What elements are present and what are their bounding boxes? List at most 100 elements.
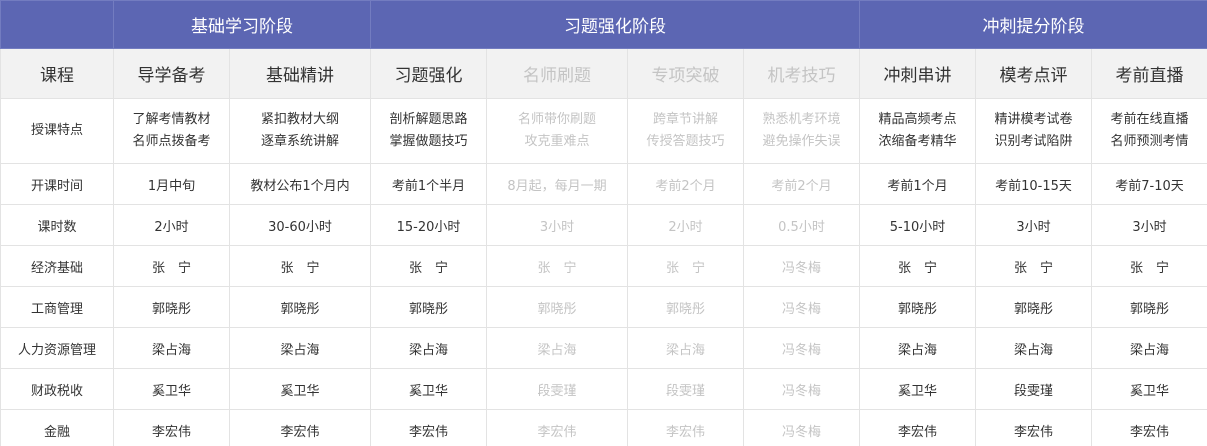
feature-cell: 紧扣教材大纲 逐章系统讲解 [229,98,371,164]
table-cell: 30-60小时 [229,204,371,246]
table-cell: 5-10小时 [859,204,976,246]
table-cell: 1月中旬 [113,163,230,205]
feature-line: 传授答题技巧 [646,134,725,149]
table-cell: 张 宁 [1090,245,1207,287]
table-cell: 奚卫华 [229,368,371,410]
feature-line: 剖析解题思路 [389,112,468,127]
table-cell: 冯冬梅 [743,327,860,369]
course-name-row: 课程 导学备考 基础精讲 习题强化 名师刷题 专项突破 机考技巧 冲刺串讲 模考点评 考前直播 [0,48,1207,99]
table-row: 开课时间 1月中旬 教材公布1个月内 考前1个半月 8月起，每月一期 考前2个月 考前2个月… [0,163,1207,205]
course-cell: 机考技巧 [743,48,860,99]
feature-line: 攻克重难点 [524,134,590,149]
feature-line: 避免操作失误 [762,134,841,149]
table-cell: 郭晓彤 [627,286,744,328]
table-cell: 考前1个月 [859,163,976,205]
table-cell: 梁占海 [627,327,744,369]
row-label: 经济基础 [0,245,114,287]
feature-line: 浓缩备考精华 [878,134,957,149]
feature-line: 了解考情教材 [132,112,211,127]
course-cell: 考前直播 [1090,48,1207,99]
feature-line: 紧扣教材大纲 [260,112,339,127]
stage-basic: 基础学习阶段 [113,0,371,49]
table-cell: 冯冬梅 [743,245,860,287]
stage-sprint: 冲刺提分阶段 [858,0,1207,49]
feature-line: 掌握做题技巧 [389,134,468,149]
table-cell: 2小时 [627,204,744,246]
feature-line: 名师预测考情 [1110,134,1189,149]
table-row: 人力资源管理 梁占海 梁占海 梁占海 梁占海 梁占海 冯冬梅 梁占海 梁占海 梁占海 [0,327,1207,369]
table-cell: 8月起，每月一期 [486,163,628,205]
table-cell: 郭晓彤 [486,286,628,328]
table-cell: 段雯瑾 [627,368,744,410]
table-cell: 梁占海 [229,327,371,369]
table-cell: 郭晓彤 [113,286,230,328]
table-cell: 郭晓彤 [229,286,371,328]
course-cell: 基础精讲 [229,48,371,99]
feature-line: 熟悉机考环境 [762,112,841,127]
feature-line: 精讲模考试卷 [994,112,1073,127]
table-cell: 3小时 [486,204,628,246]
table-cell: 张 宁 [975,245,1092,287]
table-row: 金融 李宏伟 李宏伟 李宏伟 李宏伟 李宏伟 冯冬梅 李宏伟 李宏伟 李宏伟 [0,409,1207,446]
table-cell: 李宏伟 [627,409,744,446]
table-cell: 李宏伟 [370,409,487,446]
table-cell: 15-20小时 [370,204,487,246]
table-cell: 考前2个月 [743,163,860,205]
table-cell: 张 宁 [229,245,371,287]
row-label: 开课时间 [0,163,114,205]
feature-cell: 精品高频考点 浓缩备考精华 [859,98,976,164]
table-cell: 梁占海 [859,327,976,369]
table-cell: 李宏伟 [975,409,1092,446]
stage-header-row: 基础学习阶段 习题强化阶段 冲刺提分阶段 [0,0,1207,49]
table-cell: 考前1个半月 [370,163,487,205]
table-row: 课时数 2小时 30-60小时 15-20小时 3小时 2小时 0.5小时 5-10小时 3小时… [0,204,1207,246]
course-schedule-table: 基础学习阶段 习题强化阶段 冲刺提分阶段 课程 导学备考 基础精讲 习题强化 名师刷题… [0,0,1207,446]
table-cell: 李宏伟 [859,409,976,446]
feature-line: 名师点拨备考 [132,134,211,149]
feature-line: 精品高频考点 [878,112,957,127]
feature-cell: 跨章节讲解 传授答题技巧 [627,98,744,164]
table-row: 财政税收 奚卫华 奚卫华 奚卫华 段雯瑾 段雯瑾 冯冬梅 奚卫华 段雯瑾 奚卫华 [0,368,1207,410]
table-cell: 奚卫华 [113,368,230,410]
table-cell: 冯冬梅 [743,409,860,446]
course-cell: 专项突破 [627,48,744,99]
table-cell: 梁占海 [1090,327,1207,369]
row-label: 人力资源管理 [0,327,114,369]
table-cell: 3小时 [1090,204,1207,246]
feature-line: 识别考试陷阱 [994,134,1073,149]
course-cell: 习题强化 [370,48,487,99]
course-header-label: 课程 [0,48,114,99]
course-cell: 导学备考 [113,48,230,99]
feature-row: 授课特点 了解考情教材 名师点拨备考 紧扣教材大纲 逐章系统讲解 剖析解题思路 掌握做题技… [0,98,1207,164]
table-cell: 奚卫华 [370,368,487,410]
table-cell: 2小时 [113,204,230,246]
table-cell: 奚卫华 [859,368,976,410]
table-cell: 郭晓彤 [975,286,1092,328]
table-cell: 梁占海 [370,327,487,369]
feature-cell: 熟悉机考环境 避免操作失误 [743,98,860,164]
table-cell: 冯冬梅 [743,368,860,410]
table-cell: 张 宁 [627,245,744,287]
row-label: 工商管理 [0,286,114,328]
table-cell: 考前2个月 [627,163,744,205]
table-cell: 李宏伟 [229,409,371,446]
table-cell: 考前7-10天 [1090,163,1207,205]
table-cell: 郭晓彤 [370,286,487,328]
table-row: 工商管理 郭晓彤 郭晓彤 郭晓彤 郭晓彤 郭晓彤 冯冬梅 郭晓彤 郭晓彤 郭晓彤 [0,286,1207,328]
row-label: 财政税收 [0,368,114,410]
table-cell: 郭晓彤 [1090,286,1207,328]
table-cell: 教材公布1个月内 [229,163,371,205]
table-row: 经济基础张 宁张 宁张 宁张 宁张 宁冯冬梅张 宁张 宁张 宁 [0,245,1207,287]
feature-cell: 了解考情教材 名师点拨备考 [113,98,230,164]
table-cell: 3小时 [975,204,1092,246]
table-cell: 李宏伟 [486,409,628,446]
table-cell: 张 宁 [370,245,487,287]
table-cell: 考前10-15天 [975,163,1092,205]
course-cell: 模考点评 [975,48,1092,99]
row-label: 课时数 [0,204,114,246]
table-cell: 段雯瑾 [486,368,628,410]
table-cell: 梁占海 [486,327,628,369]
feature-line: 考前在线直播 [1110,112,1189,127]
stage-corner [0,0,114,49]
course-cell: 冲刺串讲 [859,48,976,99]
